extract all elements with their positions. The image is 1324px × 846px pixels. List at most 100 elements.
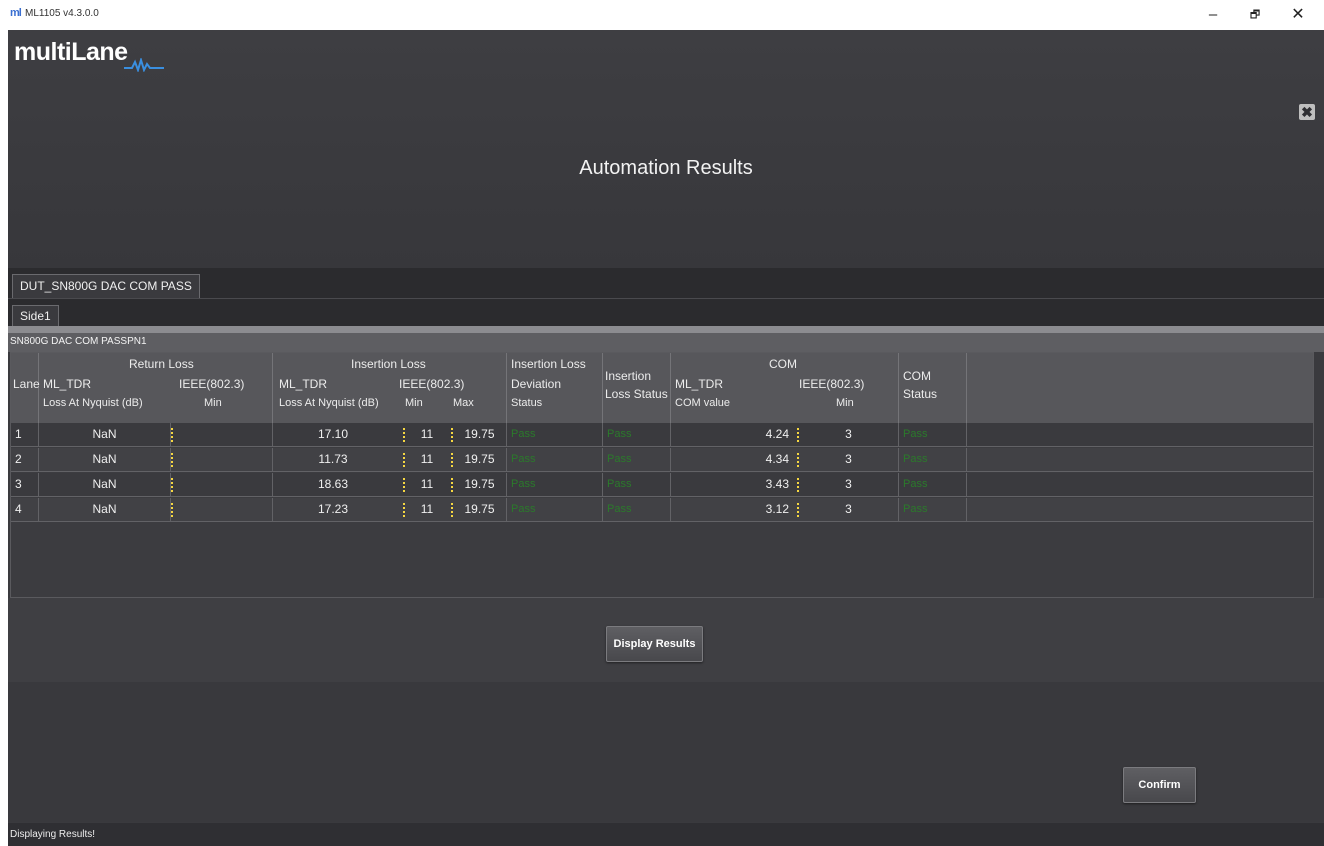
table-row[interactable]: 1 NaN 17.10 11 19.75 Pass Pass 4.24 3 Pa… xyxy=(11,423,1313,447)
header-il-status: Insertion Loss Status xyxy=(603,353,671,423)
cell-com-status: Pass xyxy=(899,423,967,447)
header-il-loss: Loss At Nyquist (dB) xyxy=(279,397,379,409)
cell-ild-status: Pass xyxy=(507,498,603,522)
inner-tabstrip: Side1 xyxy=(8,298,1324,327)
header-ils-line2: Loss Status xyxy=(605,387,668,401)
cell-com-value: 3.43 xyxy=(765,477,789,491)
header-ils-line1: Insertion xyxy=(605,369,652,383)
cell-ild-status: Pass xyxy=(507,448,603,472)
cell-com-min: 3 xyxy=(799,498,899,522)
cell-il-loss: 17.10 xyxy=(317,427,349,441)
header-area: multiLane ✖ Automation Results xyxy=(8,30,1324,268)
cell-com-value: 3.12 xyxy=(765,502,789,516)
header-rl-ml-tdr: ML_TDR xyxy=(43,377,92,391)
cell-il-status: Pass xyxy=(603,498,671,522)
cell-il-status: Pass xyxy=(603,473,671,497)
cell-rl-loss: NaN xyxy=(39,498,171,522)
cell-com-value: 4.24 xyxy=(765,427,789,441)
table-row[interactable]: 3 NaN 18.63 11 19.75 Pass Pass 3.43 3 Pa… xyxy=(11,473,1313,497)
header-com-ieee: IEEE(802.3) xyxy=(799,377,865,391)
window-title: ML1105 v4.3.0.0 xyxy=(25,8,99,19)
cell-il-min: 11 xyxy=(420,477,434,491)
multilane-logo: multiLane xyxy=(14,38,164,72)
cell-il-min: 11 xyxy=(420,502,434,516)
cell-com-status: Pass xyxy=(899,448,967,472)
cell-lane: 2 xyxy=(11,448,39,472)
header-ild-line2: Deviation xyxy=(511,377,562,391)
header-il-max: Max xyxy=(453,397,474,409)
cell-com-status: Pass xyxy=(899,473,967,497)
display-results-button[interactable]: Display Results xyxy=(606,626,703,662)
results-grid[interactable]: Lane Return Loss ML_TDR IEEE(802.3) Loss… xyxy=(10,352,1314,598)
header-com-status-line2: Status xyxy=(903,387,938,401)
app-icon: ml xyxy=(10,7,22,19)
tab-side1[interactable]: Side1 xyxy=(12,305,59,327)
cell-com-min: 3 xyxy=(799,473,899,497)
header-return-loss: Return Loss ML_TDR IEEE(802.3) Loss At N… xyxy=(39,353,273,423)
header-lane-label: Lane xyxy=(13,377,40,391)
header-com-label: COM xyxy=(769,357,797,371)
header-com-status-line1: COM xyxy=(903,369,931,383)
header-il-min: Min xyxy=(405,397,423,409)
cell-il-loss: 17.23 xyxy=(317,502,349,516)
outer-tabstrip: DUT_SN800G DAC COM PASS xyxy=(8,268,1324,298)
header-insertion-loss: Insertion Loss ML_TDR IEEE(802.3) Loss A… xyxy=(273,353,507,423)
header-ild-line1: Insertion Loss xyxy=(511,357,586,371)
header-com: COM ML_TDR IEEE(802.3) COM value Min xyxy=(671,353,899,423)
header-return-loss-label: Return Loss xyxy=(129,357,194,371)
cell-rl-loss: NaN xyxy=(39,448,171,472)
cell-rl-min xyxy=(173,498,273,522)
window-close-button[interactable]: ✕ xyxy=(1283,5,1313,25)
cell-rl-loss: NaN xyxy=(39,423,171,447)
header-rl-ieee: IEEE(802.3) xyxy=(179,377,245,391)
cell-il-max: 19.75 xyxy=(453,423,507,447)
confirm-button[interactable]: Confirm xyxy=(1123,767,1196,803)
minimize-button[interactable]: – xyxy=(1198,5,1228,25)
logo-wave-icon xyxy=(124,58,164,72)
header-il-ieee: IEEE(802.3) xyxy=(399,377,465,391)
cell-rl-min xyxy=(173,423,273,447)
header-il-deviation: Insertion Loss Deviation Status xyxy=(507,353,603,423)
header-lane: Lane xyxy=(11,353,40,423)
cell-ild-status: Pass xyxy=(507,423,603,447)
cell-com-min: 3 xyxy=(799,448,899,472)
cell-rl-loss: NaN xyxy=(39,473,171,497)
cell-il-status: Pass xyxy=(603,423,671,447)
cell-il-loss: 18.63 xyxy=(317,477,349,491)
cell-lane: 3 xyxy=(11,473,39,497)
header-filler xyxy=(967,353,1313,423)
header-rl-loss: Loss At Nyquist (dB) xyxy=(43,397,143,409)
header-com-status: COM Status xyxy=(899,353,967,423)
header-rl-min: Min xyxy=(204,397,222,409)
cell-il-min: 11 xyxy=(420,427,434,441)
cell-rl-min xyxy=(173,473,273,497)
grid-header: Lane Return Loss ML_TDR IEEE(802.3) Loss… xyxy=(11,353,1313,423)
status-bar: Displaying Results! xyxy=(8,823,1324,846)
table-row[interactable]: 2 NaN 11.73 11 19.75 Pass Pass 4.34 3 Pa… xyxy=(11,448,1313,472)
cell-il-status: Pass xyxy=(603,448,671,472)
header-com-value: COM value xyxy=(675,397,731,409)
close-icon[interactable]: ✖ xyxy=(1299,104,1315,120)
header-ild-line3: Status xyxy=(511,397,543,409)
group-label: SN800G DAC COM PASSPN1 xyxy=(8,333,1324,352)
page-title: Automation Results xyxy=(579,157,753,179)
cell-il-loss: 11.73 xyxy=(318,452,348,466)
cell-com-value: 4.34 xyxy=(765,452,789,466)
restore-button[interactable]: 🗗 xyxy=(1240,5,1270,25)
app-frame: multiLane ✖ Automation Results DUT_SN800… xyxy=(8,30,1324,846)
cell-ild-status: Pass xyxy=(507,473,603,497)
cell-il-max: 19.75 xyxy=(453,473,507,497)
tab-dut[interactable]: DUT_SN800G DAC COM PASS xyxy=(12,274,200,298)
cell-com-status: Pass xyxy=(899,498,967,522)
cell-com-min: 3 xyxy=(799,423,899,447)
logo-text: multiLane xyxy=(14,38,128,66)
header-com-min: Min xyxy=(836,397,854,409)
table-row[interactable]: 4 NaN 17.23 11 19.75 Pass Pass 3.12 3 Pa… xyxy=(11,498,1313,522)
header-il-ml-tdr: ML_TDR xyxy=(279,377,328,391)
cell-lane: 1 xyxy=(11,423,39,447)
window-titlebar: ml ML1105 v4.3.0.0 – 🗗 ✕ xyxy=(0,0,1324,30)
cell-il-max: 19.75 xyxy=(453,498,507,522)
cell-il-min: 11 xyxy=(420,452,434,466)
header-insertion-loss-label: Insertion Loss xyxy=(351,357,426,371)
header-com-ml-tdr: ML_TDR xyxy=(675,377,724,391)
